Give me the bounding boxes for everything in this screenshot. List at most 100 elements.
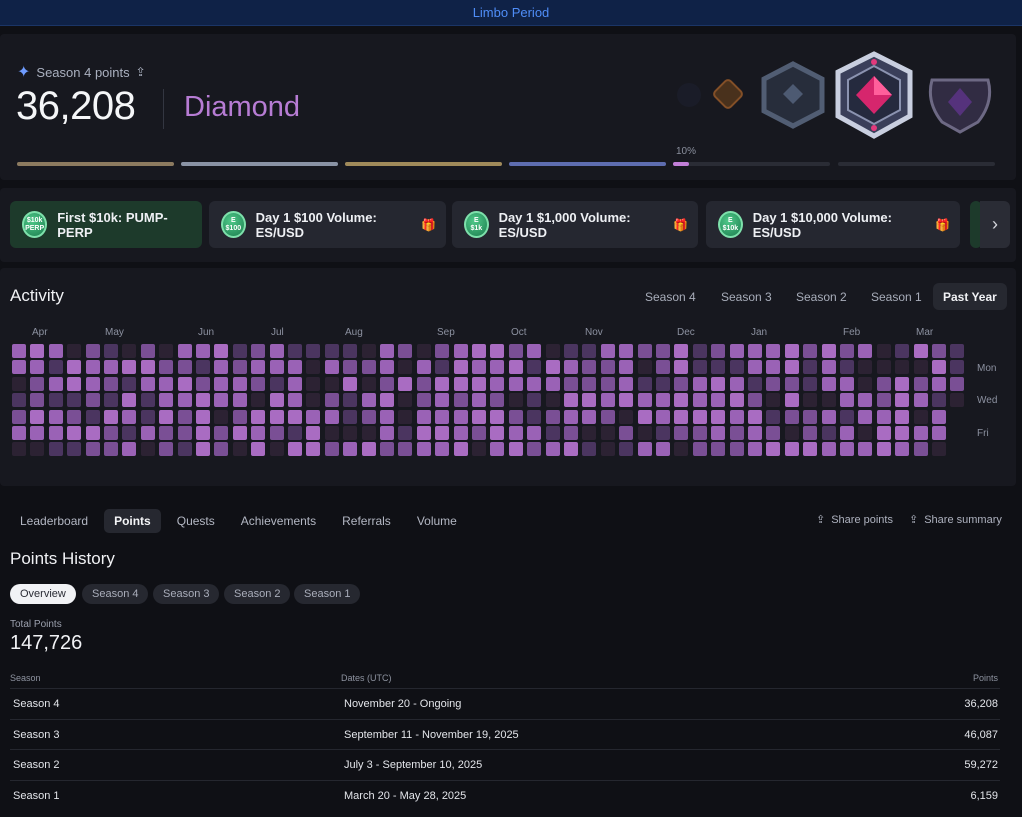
activity-cell[interactable] xyxy=(196,409,210,424)
activity-cell[interactable] xyxy=(913,376,928,391)
activity-cell[interactable] xyxy=(472,409,486,424)
activity-cell[interactable] xyxy=(104,442,118,457)
activity-cell[interactable] xyxy=(361,360,376,375)
activity-cell[interactable] xyxy=(729,376,744,391)
activity-cell[interactable] xyxy=(324,376,339,391)
activity-cell[interactable] xyxy=(343,409,358,424)
activity-cell[interactable] xyxy=(472,360,486,375)
activity-cell[interactable] xyxy=(545,344,560,358)
activity-cell[interactable] xyxy=(12,426,26,440)
share-icon[interactable]: ⇪ xyxy=(136,65,146,79)
activity-cell[interactable] xyxy=(932,426,946,440)
activity-cell[interactable] xyxy=(380,393,394,408)
tab-referrals[interactable]: Referrals xyxy=(332,509,401,533)
activity-cell[interactable] xyxy=(30,344,45,358)
activity-cell[interactable] xyxy=(729,442,744,457)
activity-cell[interactable] xyxy=(711,376,726,391)
activity-cell[interactable] xyxy=(784,344,799,358)
activity-cell[interactable] xyxy=(196,393,210,408)
activity-cell[interactable] xyxy=(140,409,155,424)
activity-cell[interactable] xyxy=(876,360,891,375)
activity-cell[interactable] xyxy=(343,360,358,375)
activity-cell[interactable] xyxy=(453,376,468,391)
tab-quests[interactable]: Quests xyxy=(167,509,225,533)
activity-cell[interactable] xyxy=(711,393,726,408)
activity-cell[interactable] xyxy=(288,393,302,408)
activity-cell[interactable] xyxy=(876,393,891,408)
activity-cell[interactable] xyxy=(453,442,468,457)
activity-cell[interactable] xyxy=(692,344,707,358)
activity-cell[interactable] xyxy=(876,409,891,424)
activity-cell[interactable] xyxy=(288,442,302,457)
activity-cell[interactable] xyxy=(324,426,339,440)
activity-cell[interactable] xyxy=(508,360,523,375)
history-pill-season-2[interactable]: Season 2 xyxy=(224,584,291,604)
activity-cell[interactable] xyxy=(656,344,670,358)
activity-cell[interactable] xyxy=(232,393,247,408)
activity-cell[interactable] xyxy=(932,376,946,391)
activity-cell[interactable] xyxy=(67,360,82,375)
activity-cell[interactable] xyxy=(104,376,118,391)
activity-cell[interactable] xyxy=(803,393,818,408)
activity-cell[interactable] xyxy=(343,344,358,358)
activity-cell[interactable] xyxy=(895,344,910,358)
activity-cell[interactable] xyxy=(582,376,597,391)
activity-cell[interactable] xyxy=(214,409,229,424)
activity-cell[interactable] xyxy=(637,376,652,391)
activity-cell[interactable] xyxy=(343,376,358,391)
activity-cell[interactable] xyxy=(159,426,174,440)
activity-cell[interactable] xyxy=(508,442,523,457)
activity-tab-season-3[interactable]: Season 3 xyxy=(711,283,782,310)
activity-cell[interactable] xyxy=(508,393,523,408)
activity-cell[interactable] xyxy=(453,426,468,440)
activity-cell[interactable] xyxy=(692,393,707,408)
quest-chip[interactable]: E $100 Day 1 $100 Volume: ES/USD 🎁 xyxy=(209,201,446,248)
activity-cell[interactable] xyxy=(251,409,266,424)
history-pill-overview[interactable]: Overview xyxy=(10,584,76,604)
activity-cell[interactable] xyxy=(251,376,266,391)
activity-cell[interactable] xyxy=(619,442,634,457)
activity-cell[interactable] xyxy=(527,344,542,358)
activity-cell[interactable] xyxy=(619,426,634,440)
quest-chip[interactable]: $10k PERP First $10k: PUMP-PERP xyxy=(10,201,202,248)
activity-cell[interactable] xyxy=(913,442,928,457)
activity-cell[interactable] xyxy=(472,442,486,457)
activity-cell[interactable] xyxy=(343,426,358,440)
activity-cell[interactable] xyxy=(196,360,210,375)
activity-cell[interactable] xyxy=(269,393,284,408)
activity-cell[interactable] xyxy=(398,393,413,408)
activity-cell[interactable] xyxy=(840,426,854,440)
activity-cell[interactable] xyxy=(692,426,707,440)
activity-cell[interactable] xyxy=(398,442,413,457)
activity-cell[interactable] xyxy=(637,393,652,408)
activity-cell[interactable] xyxy=(619,376,634,391)
activity-cell[interactable] xyxy=(858,409,873,424)
activity-cell[interactable] xyxy=(674,344,689,358)
activity-cell[interactable] xyxy=(803,409,818,424)
activity-cell[interactable] xyxy=(196,344,210,358)
activity-cell[interactable] xyxy=(766,360,781,375)
activity-cell[interactable] xyxy=(766,344,781,358)
activity-cell[interactable] xyxy=(508,426,523,440)
activity-cell[interactable] xyxy=(858,360,873,375)
activity-cell[interactable] xyxy=(803,426,818,440)
tab-volume[interactable]: Volume xyxy=(407,509,467,533)
activity-cell[interactable] xyxy=(159,409,174,424)
activity-cell[interactable] xyxy=(306,409,321,424)
activity-cell[interactable] xyxy=(840,409,854,424)
activity-cell[interactable] xyxy=(453,360,468,375)
activity-cell[interactable] xyxy=(840,376,854,391)
activity-cell[interactable] xyxy=(913,344,928,358)
activity-cell[interactable] xyxy=(876,376,891,391)
activity-cell[interactable] xyxy=(876,344,891,358)
tab-points[interactable]: Points xyxy=(104,508,161,533)
activity-cell[interactable] xyxy=(527,409,542,424)
activity-cell[interactable] xyxy=(564,409,578,424)
activity-cell[interactable] xyxy=(177,426,192,440)
activity-cell[interactable] xyxy=(545,409,560,424)
activity-cell[interactable] xyxy=(582,426,597,440)
activity-cell[interactable] xyxy=(821,442,836,457)
activity-cell[interactable] xyxy=(821,360,836,375)
activity-cell[interactable] xyxy=(380,442,394,457)
activity-cell[interactable] xyxy=(159,442,174,457)
